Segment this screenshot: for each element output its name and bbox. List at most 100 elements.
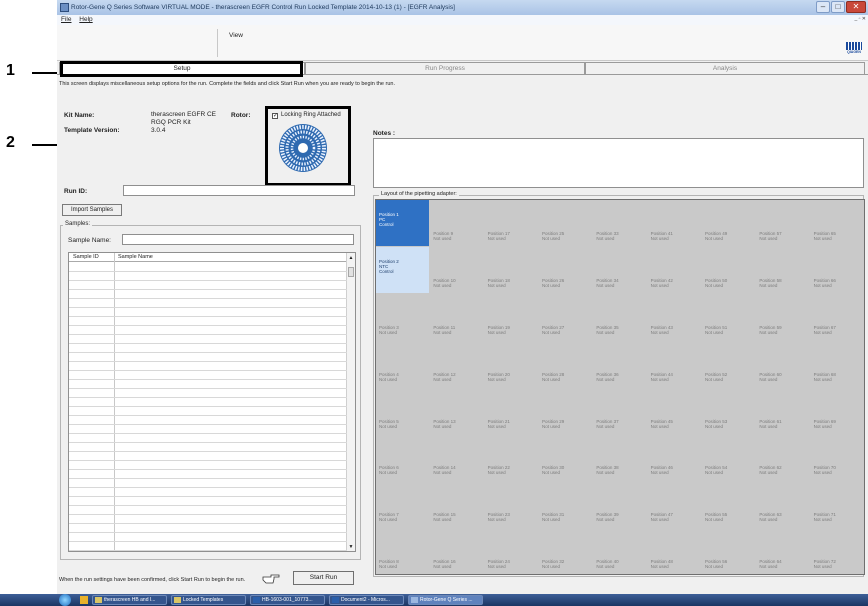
- well-cell[interactable]: Position 9 Not used: [430, 200, 484, 246]
- tab-analysis[interactable]: Analysis: [585, 62, 865, 74]
- menu-file[interactable]: File: [61, 15, 71, 25]
- well-cell[interactable]: Position 5 Not used: [376, 387, 430, 434]
- well-cell[interactable]: Position 24 Not used: [484, 528, 538, 574]
- samples-table-scrollbar[interactable]: ▲ ▼: [346, 253, 355, 551]
- tab-run-progress[interactable]: Run Progress: [305, 62, 585, 74]
- well-cell[interactable]: Position 49 Not used: [701, 200, 756, 246]
- view-menu[interactable]: View: [229, 32, 243, 39]
- well-cell[interactable]: Position 6 Not used: [376, 434, 430, 481]
- well-cell[interactable]: Position 15 Not used: [430, 481, 484, 528]
- well-cell[interactable]: Position 59 Not used: [756, 293, 810, 340]
- close-button[interactable]: ✕: [846, 1, 866, 13]
- well-cell[interactable]: Position 11 Not used: [430, 293, 484, 340]
- well-cell[interactable]: Position 61 Not used: [756, 387, 810, 434]
- taskbar-item-rotor-gene[interactable]: Rotor-Gene Q Series ...: [408, 595, 483, 605]
- column-header-sample-name[interactable]: Sample Name: [118, 253, 153, 262]
- well-cell[interactable]: Position 18 Not used: [484, 246, 538, 293]
- well-cell[interactable]: Position 44 Not used: [647, 340, 701, 387]
- well-cell[interactable]: Position 67 Not used: [810, 293, 864, 340]
- taskbar-item-therascreen[interactable]: therascreen HB and I...: [92, 595, 167, 605]
- menu-help[interactable]: Help: [79, 15, 92, 25]
- well-cell[interactable]: Position 64 Not used: [756, 528, 810, 574]
- well-cell[interactable]: Position 38 Not used: [593, 434, 647, 481]
- well-cell[interactable]: Position 3 Not used: [376, 293, 430, 340]
- well-cell[interactable]: Position 39 Not used: [593, 481, 647, 528]
- well-cell[interactable]: Position 50 Not used: [701, 246, 756, 293]
- well-cell[interactable]: Position 25 Not used: [538, 200, 593, 246]
- well-cell[interactable]: Position 29 Not used: [538, 387, 593, 434]
- well-cell[interactable]: Position 13 Not used: [430, 387, 484, 434]
- well-cell[interactable]: Position 2 NTC Control: [376, 246, 430, 293]
- well-cell[interactable]: Position 69 Not used: [810, 387, 864, 434]
- well-cell[interactable]: Position 8 Not used: [376, 528, 430, 574]
- well-cell[interactable]: Position 35 Not used: [593, 293, 647, 340]
- well-cell[interactable]: Position 7 Not used: [376, 481, 430, 528]
- well-cell[interactable]: Position 63 Not used: [756, 481, 810, 528]
- well-cell[interactable]: Position 22 Not used: [484, 434, 538, 481]
- well-cell[interactable]: Position 70 Not used: [810, 434, 864, 481]
- taskbar-item-word-document2[interactable]: Document2 - Micros...: [329, 595, 404, 605]
- well-cell[interactable]: Position 41 Not used: [647, 200, 701, 246]
- well-cell[interactable]: Position 71 Not used: [810, 481, 864, 528]
- mdi-window-controls[interactable]: _ ▫ ✕: [854, 16, 866, 22]
- scroll-thumb[interactable]: [348, 267, 354, 277]
- well-cell[interactable]: Position 31 Not used: [538, 481, 593, 528]
- well-cell[interactable]: Position 14 Not used: [430, 434, 484, 481]
- well-cell[interactable]: Position 4 Not used: [376, 340, 430, 387]
- run-id-input[interactable]: [123, 185, 355, 196]
- well-cell[interactable]: Position 53 Not used: [701, 387, 756, 434]
- taskbar-item-locked-templates[interactable]: Locked Templates: [171, 595, 246, 605]
- well-cell[interactable]: Position 51 Not used: [701, 293, 756, 340]
- well-cell[interactable]: Position 68 Not used: [810, 340, 864, 387]
- samples-table[interactable]: Sample ID Sample Name ▲ ▼: [68, 252, 356, 552]
- well-cell[interactable]: Position 55 Not used: [701, 481, 756, 528]
- well-cell[interactable]: Position 56 Not used: [701, 528, 756, 574]
- well-cell[interactable]: Position 36 Not used: [593, 340, 647, 387]
- well-cell[interactable]: Position 32 Not used: [538, 528, 593, 574]
- well-cell[interactable]: Position 30 Not used: [538, 434, 593, 481]
- scroll-up-arrow-icon[interactable]: ▲: [348, 254, 354, 262]
- well-cell[interactable]: Position 12 Not used: [430, 340, 484, 387]
- well-cell[interactable]: Position 17 Not used: [484, 200, 538, 246]
- well-cell[interactable]: Position 27 Not used: [538, 293, 593, 340]
- column-header-sample-id[interactable]: Sample ID: [73, 253, 99, 262]
- windows-start-button[interactable]: [59, 594, 71, 606]
- well-cell[interactable]: Position 57 Not used: [756, 200, 810, 246]
- scroll-down-arrow-icon[interactable]: ▼: [348, 543, 354, 551]
- well-cell[interactable]: Position 47 Not used: [647, 481, 701, 528]
- sample-name-input[interactable]: [122, 234, 354, 245]
- well-cell[interactable]: Position 45 Not used: [647, 387, 701, 434]
- well-cell[interactable]: Position 23 Not used: [484, 481, 538, 528]
- well-cell[interactable]: Position 1 PC Control: [376, 200, 430, 246]
- well-cell[interactable]: Position 52 Not used: [701, 340, 756, 387]
- well-cell[interactable]: Position 43 Not used: [647, 293, 701, 340]
- well-cell[interactable]: Position 42 Not used: [647, 246, 701, 293]
- well-cell[interactable]: Position 37 Not used: [593, 387, 647, 434]
- maximize-button[interactable]: □: [831, 1, 845, 13]
- well-cell[interactable]: Position 46 Not used: [647, 434, 701, 481]
- well-cell[interactable]: Position 20 Not used: [484, 340, 538, 387]
- well-cell[interactable]: Position 26 Not used: [538, 246, 593, 293]
- well-cell[interactable]: Position 40 Not used: [593, 528, 647, 574]
- well-cell[interactable]: Position 16 Not used: [430, 528, 484, 574]
- well-cell[interactable]: Position 62 Not used: [756, 434, 810, 481]
- notes-field[interactable]: [373, 138, 864, 188]
- well-cell[interactable]: Position 21 Not used: [484, 387, 538, 434]
- well-cell[interactable]: Position 48 Not used: [647, 528, 701, 574]
- well-cell[interactable]: Position 72 Not used: [810, 528, 864, 574]
- well-cell[interactable]: Position 33 Not used: [593, 200, 647, 246]
- well-cell[interactable]: Position 60 Not used: [756, 340, 810, 387]
- well-cell[interactable]: Position 58 Not used: [756, 246, 810, 293]
- well-cell[interactable]: Position 65 Not used: [810, 200, 864, 246]
- well-cell[interactable]: Position 34 Not used: [593, 246, 647, 293]
- well-cell[interactable]: Position 54 Not used: [701, 434, 756, 481]
- import-samples-button[interactable]: Import Samples: [62, 204, 122, 216]
- well-cell[interactable]: Position 28 Not used: [538, 340, 593, 387]
- well-cell[interactable]: Position 10 Not used: [430, 246, 484, 293]
- taskbar-item-word-hb[interactable]: HB-1603-001_10773...: [250, 595, 325, 605]
- start-run-button[interactable]: Start Run: [293, 571, 354, 585]
- minimize-button[interactable]: –: [816, 1, 830, 13]
- well-cell[interactable]: Position 66 Not used: [810, 246, 864, 293]
- well-cell[interactable]: Position 19 Not used: [484, 293, 538, 340]
- outlook-taskbar-icon[interactable]: [80, 596, 88, 604]
